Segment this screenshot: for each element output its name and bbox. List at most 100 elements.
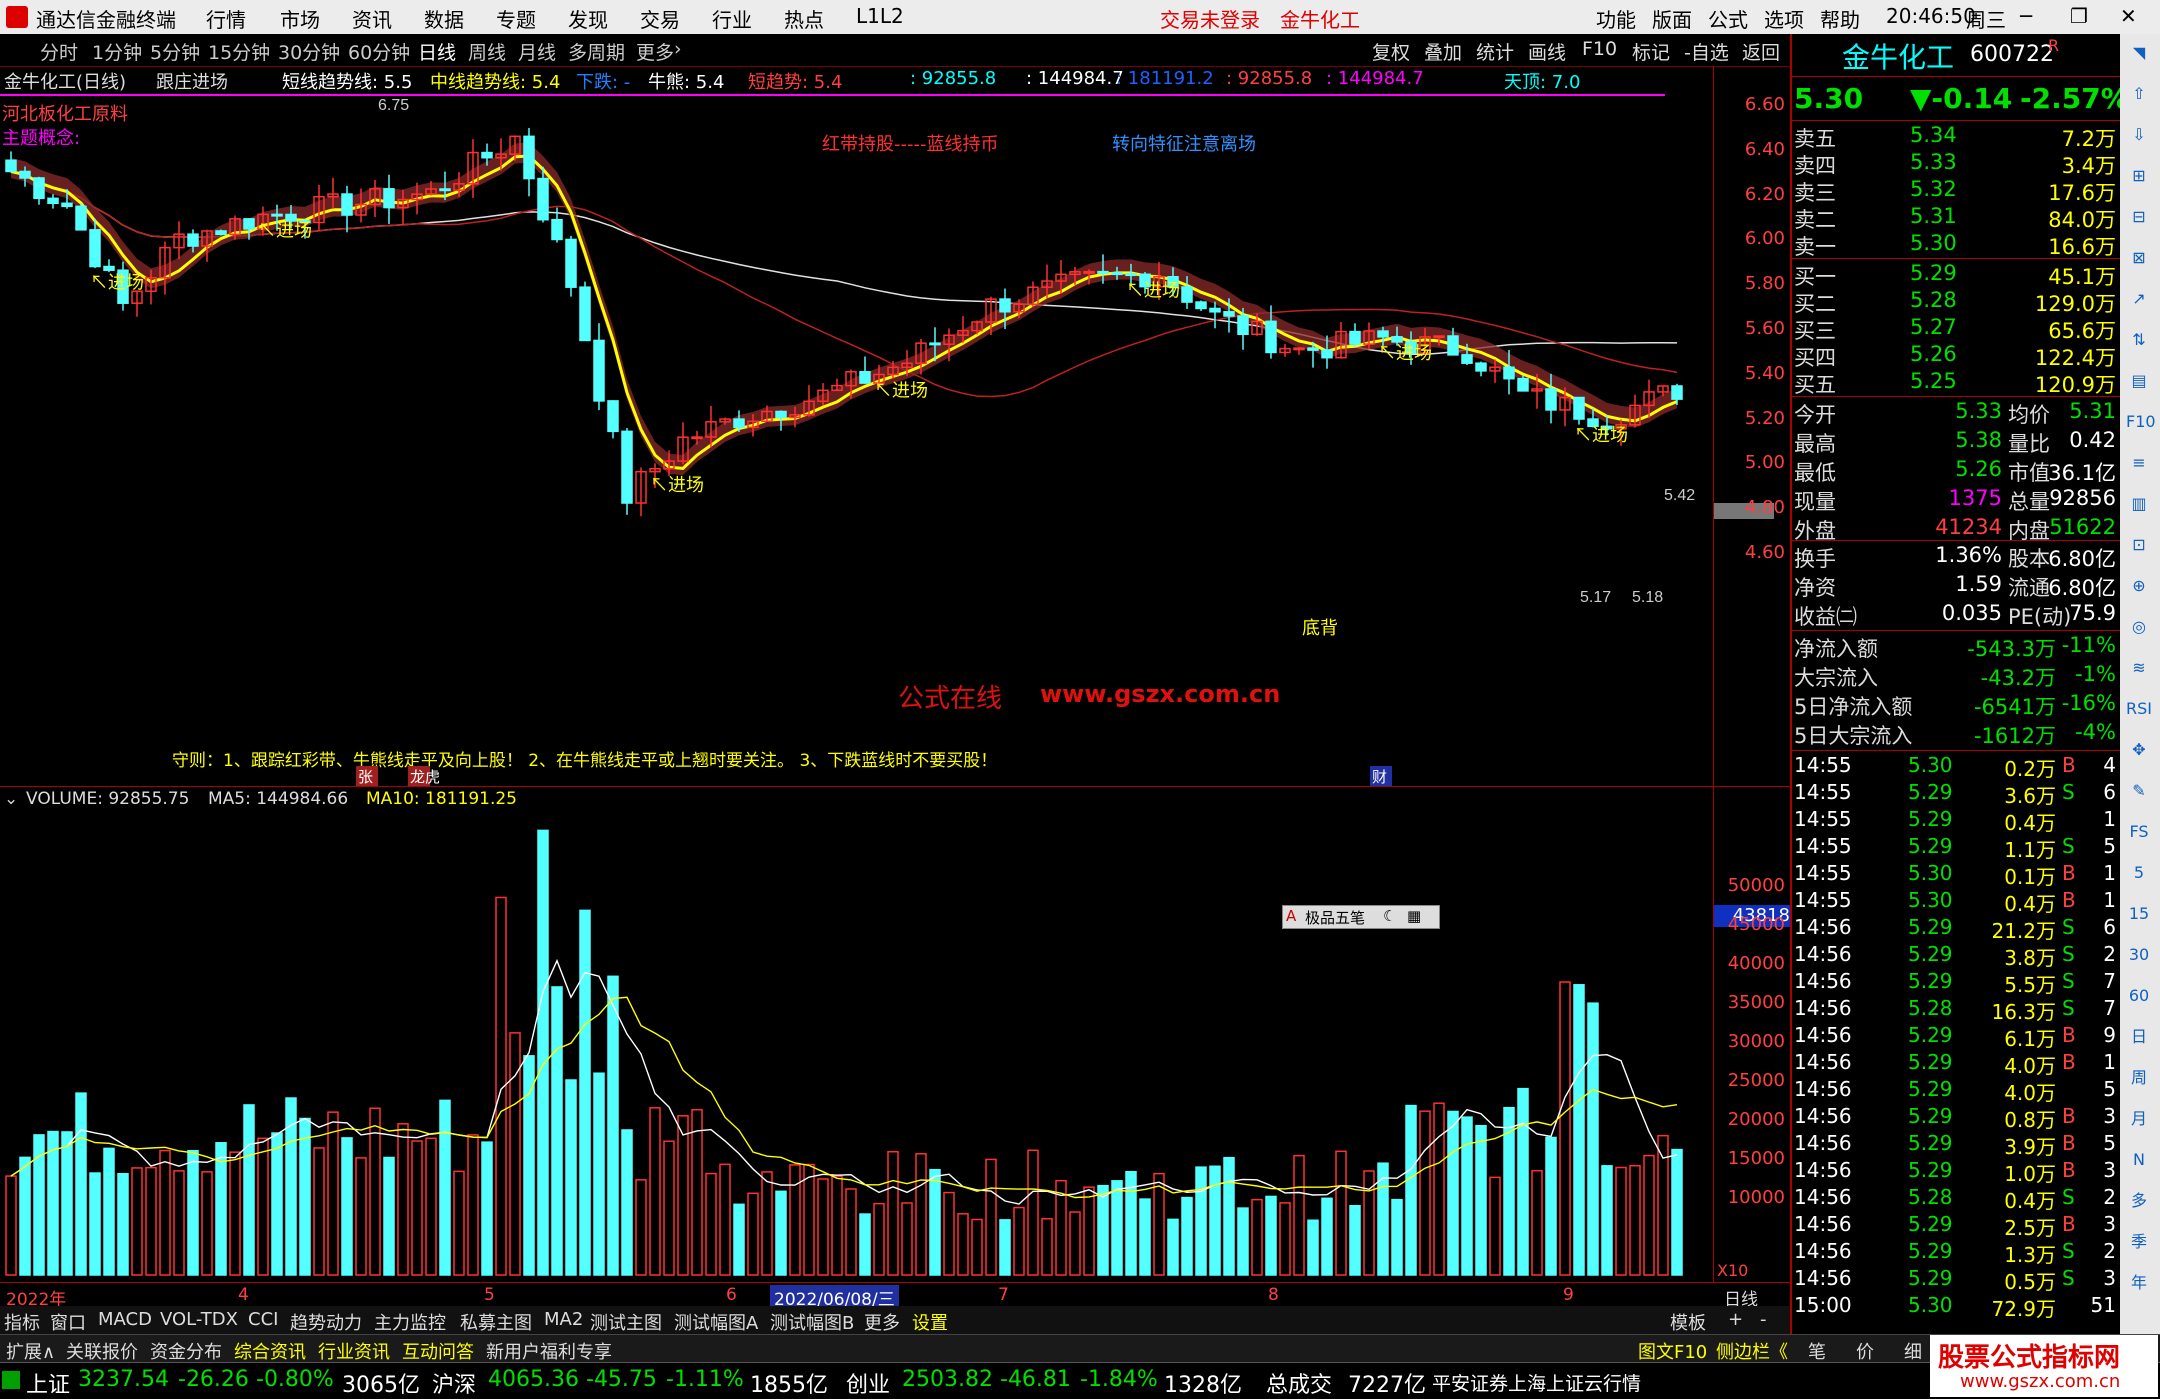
tick-row[interactable]: 14:55 5.30 0.2万 B 4 xyxy=(1792,752,2122,781)
tab-cci[interactable]: CCI xyxy=(248,1309,278,1330)
tick-row[interactable]: 14:56 5.29 1.3万 S 2 xyxy=(1792,1238,2122,1267)
restore-icon[interactable]: ❐ xyxy=(2070,4,2088,28)
side-tool-icon[interactable]: ◎ xyxy=(2126,614,2152,640)
overlay-button[interactable]: 叠加 xyxy=(1424,38,1462,65)
back-button[interactable]: 返回 xyxy=(1742,38,1780,65)
menu-help[interactable]: 帮助 xyxy=(1820,4,1860,33)
side-tool-icon[interactable]: FS xyxy=(2126,819,2152,845)
side-tool-icon[interactable]: ⊕ xyxy=(2126,573,2152,599)
f10-button[interactable]: F10 xyxy=(1582,38,1617,60)
menu-options[interactable]: 选项 xyxy=(1764,4,1804,33)
tab-ticks[interactable]: 笔 xyxy=(1808,1338,1826,1364)
side-tool-icon[interactable]: ⊟ xyxy=(2126,204,2152,230)
book-row[interactable]: 卖四 5.33 3.4万 xyxy=(1792,149,2122,178)
tick-row[interactable]: 14:55 5.30 0.4万 B 1 xyxy=(1792,887,2122,916)
tab-sidebar[interactable]: 侧边栏《 xyxy=(1716,1338,1788,1364)
period-5min[interactable]: 5分钟 xyxy=(150,38,200,65)
menu-layout[interactable]: 版面 xyxy=(1652,4,1692,33)
tab-macd[interactable]: MACD xyxy=(98,1309,152,1330)
draw-button[interactable]: 画线 xyxy=(1528,38,1566,65)
tab-price[interactable]: 价 xyxy=(1856,1338,1874,1364)
tab-expand[interactable]: 扩展∧ xyxy=(6,1338,55,1364)
book-row[interactable]: 买二 5.28 129.0万 xyxy=(1792,287,2122,316)
side-tool-icon[interactable]: 60 xyxy=(2126,983,2152,1009)
tab-fund-distribution[interactable]: 资金分布 xyxy=(150,1338,222,1364)
tick-row[interactable]: 14:56 5.29 3.8万 S 2 xyxy=(1792,941,2122,970)
book-row[interactable]: 买五 5.25 120.9万 xyxy=(1792,368,2122,397)
tab-new-user[interactable]: 新用户福利专享 xyxy=(486,1338,612,1364)
self-select-button[interactable]: -自选 xyxy=(1684,38,1729,65)
side-tool-icon[interactable]: 年 xyxy=(2126,1270,2152,1296)
side-tool-icon[interactable]: 日 xyxy=(2126,1024,2152,1050)
period-weekly[interactable]: 周线 xyxy=(468,38,506,65)
mark-button[interactable]: 标记 xyxy=(1632,38,1670,65)
side-tool-icon[interactable]: ◥ xyxy=(2126,40,2152,66)
template-button[interactable]: 模板 xyxy=(1670,1309,1706,1335)
book-row[interactable]: 卖一 5.30 16.6万 xyxy=(1792,230,2122,259)
menu-function[interactable]: 功能 xyxy=(1596,4,1636,33)
tick-row[interactable]: 14:56 5.29 1.0万 B 3 xyxy=(1792,1157,2122,1186)
menu-formula[interactable]: 公式 xyxy=(1708,4,1748,33)
tick-row[interactable]: 14:56 5.28 16.3万 S 7 xyxy=(1792,995,2122,1024)
tab-test-main[interactable]: 测试主图 xyxy=(590,1309,662,1335)
side-tool-icon[interactable]: N xyxy=(2126,1147,2152,1173)
side-tool-icon[interactable]: ⊡ xyxy=(2126,532,2152,558)
tab-window[interactable]: 窗口 xyxy=(50,1309,86,1335)
book-row[interactable]: 买四 5.26 122.4万 xyxy=(1792,341,2122,370)
tab-more[interactable]: 更多 xyxy=(864,1309,900,1335)
side-tool-icon[interactable]: 季 xyxy=(2126,1229,2152,1255)
tab-indicator[interactable]: 指标 xyxy=(4,1309,40,1335)
book-row[interactable]: 买三 5.27 65.6万 xyxy=(1792,314,2122,343)
menu-hot[interactable]: 热点 xyxy=(784,4,824,33)
side-tool-icon[interactable]: ✎ xyxy=(2126,778,2152,804)
minimize-icon[interactable]: ─ xyxy=(2020,4,2032,28)
tab-test-sub-a[interactable]: 测试幅图A xyxy=(674,1309,758,1335)
side-tool-icon[interactable]: ≋ xyxy=(2126,655,2152,681)
close-icon[interactable]: ✕ xyxy=(2120,4,2137,28)
side-tool-icon[interactable]: ⊞ xyxy=(2126,163,2152,189)
tab-vol-tdx[interactable]: VOL-TDX xyxy=(160,1309,238,1330)
login-status[interactable]: 交易未登录 xyxy=(1160,4,1260,33)
side-tool-icon[interactable]: ✥ xyxy=(2126,737,2152,763)
tick-row[interactable]: 14:56 5.29 6.1万 B 9 xyxy=(1792,1022,2122,1051)
tab-related-quote[interactable]: 关联报价 xyxy=(66,1338,138,1364)
tick-row[interactable]: 14:56 5.29 3.9万 B 5 xyxy=(1792,1130,2122,1159)
kline-chart[interactable]: 金牛化工(日线) 跟庄进场 短线趋势线: 5.5 中线趋势线: 5.4 下跌: … xyxy=(0,66,1713,786)
period-30min[interactable]: 30分钟 xyxy=(278,38,340,65)
period-more[interactable]: 更多 xyxy=(636,38,674,65)
side-tool-icon[interactable]: 15 xyxy=(2126,901,2152,927)
side-tool-icon[interactable]: 30 xyxy=(2126,942,2152,968)
book-row[interactable]: 卖三 5.32 17.6万 xyxy=(1792,176,2122,205)
period-monthly[interactable]: 月线 xyxy=(518,38,556,65)
period-multi[interactable]: 多周期 xyxy=(568,38,625,65)
add-tab-icon[interactable]: + xyxy=(1728,1309,1743,1330)
side-tool-icon[interactable]: ⇧ xyxy=(2126,81,2152,107)
index-hs-name[interactable]: 沪深 xyxy=(432,1367,476,1399)
tick-row[interactable]: 14:55 5.29 1.1万 S 5 xyxy=(1792,833,2122,862)
tab-main-monitor[interactable]: 主力监控 xyxy=(374,1309,446,1335)
side-tool-icon[interactable]: F10 xyxy=(2126,409,2156,435)
period-1min[interactable]: 1分钟 xyxy=(92,38,142,65)
side-tool-icon[interactable]: RSI xyxy=(2126,696,2152,722)
period-tick[interactable]: 分时 xyxy=(40,38,78,65)
tab-f10[interactable]: 图文F10 xyxy=(1638,1338,1707,1364)
period-60min[interactable]: 60分钟 xyxy=(348,38,410,65)
tab-settings[interactable]: 设置 xyxy=(912,1309,948,1335)
index-cy-name[interactable]: 创业 xyxy=(846,1367,890,1399)
remove-tab-icon[interactable]: - xyxy=(1760,1309,1767,1330)
tab-test-sub-b[interactable]: 测试幅图B xyxy=(770,1309,854,1335)
tick-row[interactable]: 14:56 5.29 0.5万 S 3 xyxy=(1792,1265,2122,1294)
quote-stock-name[interactable]: 金牛化工 xyxy=(1842,36,1954,76)
side-tool-icon[interactable]: ⇩ xyxy=(2126,122,2152,148)
tick-row[interactable]: 14:55 5.30 0.1万 B 1 xyxy=(1792,860,2122,889)
period-daily[interactable]: 日线 xyxy=(418,38,456,65)
adjust-button[interactable]: 复权 xyxy=(1372,38,1410,65)
tab-qa[interactable]: 互动问答 xyxy=(402,1338,474,1364)
tab-general-news[interactable]: 综合资讯 xyxy=(234,1338,306,1364)
tick-row[interactable]: 14:56 5.28 0.4万 S 2 xyxy=(1792,1184,2122,1213)
menu-data[interactable]: 数据 xyxy=(424,4,464,33)
side-tool-icon[interactable]: ▤ xyxy=(2126,368,2152,394)
menu-market[interactable]: 市场 xyxy=(280,4,320,33)
tick-row[interactable]: 14:56 5.29 4.0万 5 xyxy=(1792,1076,2122,1105)
menu-topic[interactable]: 专题 xyxy=(496,4,536,33)
